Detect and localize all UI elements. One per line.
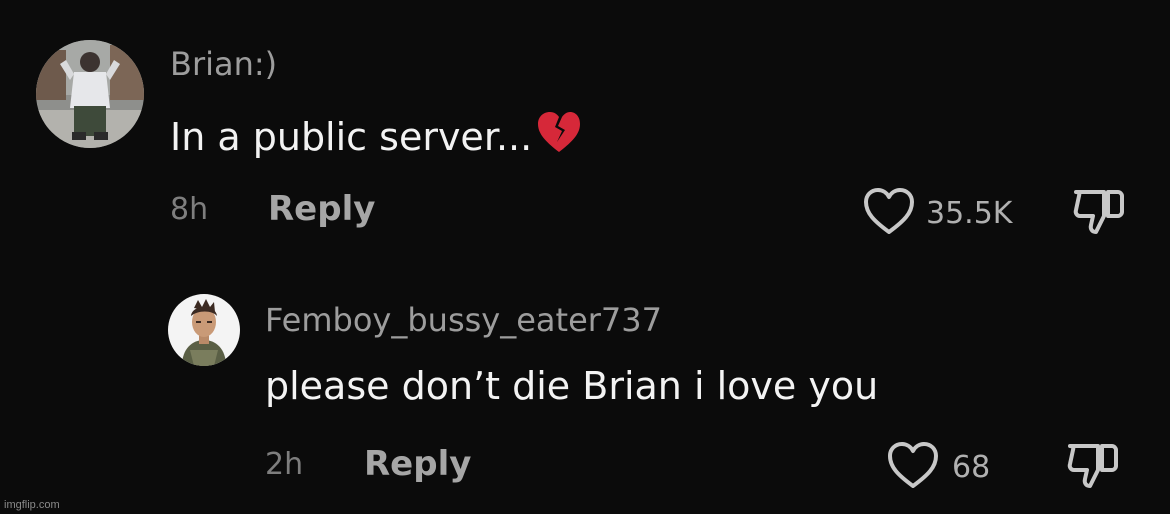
like-button[interactable]: 68 [886, 440, 990, 494]
thumbs-down-icon [1064, 444, 1120, 496]
comment-time: 2h [265, 447, 304, 482]
comment-text: please don’t die Brian i love you [265, 364, 879, 408]
dislike-button[interactable] [1064, 438, 1120, 496]
avatar-femboy-photo [168, 294, 240, 366]
heart-icon [886, 440, 940, 494]
like-count: 68 [952, 449, 991, 485]
reply-button[interactable]: Reply [364, 444, 471, 484]
avatar-femboy[interactable] [168, 294, 240, 366]
comment-username[interactable]: Femboy_bussy_eater737 [265, 301, 662, 339]
comment-2-reply: Femboy_bussy_eater737 please don’t die B… [0, 0, 1170, 488]
imgflip-watermark: imgflip.com [4, 499, 60, 511]
